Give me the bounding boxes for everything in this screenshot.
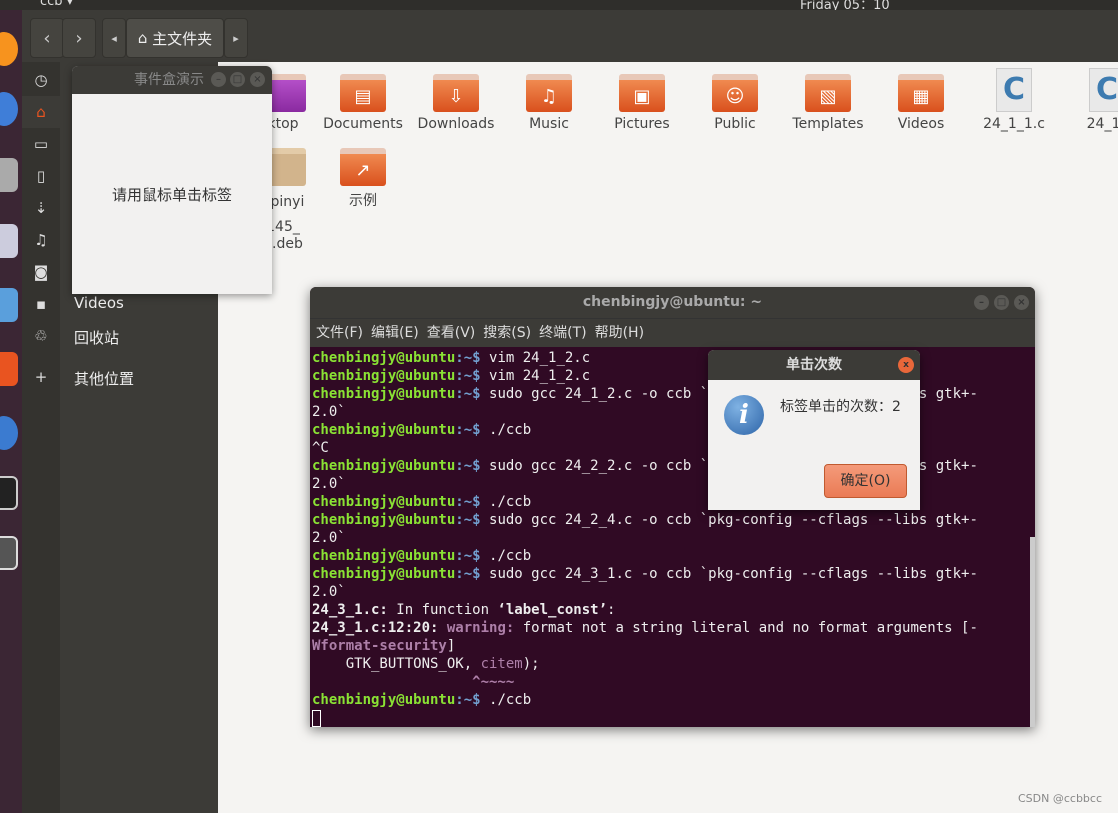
sidebar-item-trash[interactable]: 回收站 [74, 327, 119, 348]
app-menu[interactable]: ccb ▾ [40, 0, 73, 9]
forward-button[interactable]: › [62, 18, 96, 58]
nautilus-header: ‹ › ◂ ⌂ 主文件夹 ▸ [22, 10, 1118, 62]
terminal-line: chenbingjy@ubuntu:~$ vim 24_1_2.c [312, 368, 591, 384]
writer-icon[interactable] [0, 288, 18, 322]
menu-edit[interactable]: 编辑(E) [371, 325, 419, 341]
maximize-icon[interactable]: □ [230, 72, 245, 87]
path-label: 主文件夹 [152, 29, 213, 48]
download-icon[interactable]: ⇣ [22, 192, 60, 224]
file-public[interactable]: ☺ Public [690, 74, 780, 132]
terminal-titlebar[interactable]: chenbingjy@ubuntu: ~ – □ × [310, 287, 1035, 318]
file-downloads[interactable]: ⇩ Downloads [411, 74, 501, 132]
file-documents[interactable]: ▤ Documents [318, 74, 408, 132]
minimize-icon[interactable]: – [211, 72, 226, 87]
plus-icon[interactable]: + [22, 361, 60, 393]
clock[interactable]: Friday 05：10 [800, 0, 890, 10]
dialog-title: 单击次数 [786, 357, 842, 373]
menu-terminal[interactable]: 终端(T) [539, 325, 586, 341]
terminal-window: chenbingjy@ubuntu: ~ – □ × 文件(F) 编辑(E) 查看(… [310, 287, 1035, 727]
window-title: 事件盒演示 [134, 72, 204, 88]
terminal-line: GTK_BUTTONS_OK, citem); [312, 656, 540, 672]
app-window-icon[interactable] [0, 536, 18, 570]
trash-icon[interactable]: ♲ [22, 320, 60, 352]
menu-search[interactable]: 搜索(S) [483, 325, 531, 341]
terminal-line: chenbingjy@ubuntu:~$ vim 24_1_2.c [312, 350, 591, 366]
back-button[interactable]: ‹ [30, 18, 64, 58]
sidebar-icons: ◷ ⌂ ▭ ▯ ⇣ ♫ ◙ ▪ ♲ + [22, 62, 60, 813]
file-24_1_1c[interactable]: C 24_1_1.c [969, 68, 1059, 132]
watermark: CSDN @ccbbcc [1017, 792, 1102, 805]
file-pictures[interactable]: ▣ Pictures [597, 74, 687, 132]
path-left-button[interactable]: ◂ [102, 18, 126, 58]
sidebar-item-videos[interactable]: Videos [74, 294, 124, 312]
click-count-dialog: 单击次数 x i 标签单击的次数：2 确定(O) [708, 350, 920, 510]
terminal-line: 2.0` [312, 404, 346, 420]
dialog-message: 标签单击的次数：2 [780, 399, 901, 415]
terminal-line: chenbingjy@ubuntu:~$ ./ccb [312, 422, 532, 438]
file-videos[interactable]: ▦ Videos [876, 74, 966, 132]
terminal-menubar: 文件(F) 编辑(E) 查看(V) 搜索(S) 终端(T) 帮助(H) [310, 318, 1035, 347]
terminal-output[interactable]: chenbingjy@ubuntu:~$ vim 24_1_2.cchenbin… [310, 347, 1035, 727]
terminal-line: chenbingjy@ubuntu:~$ sudo gcc 24_2_2.c -… [312, 458, 978, 474]
music-icon[interactable]: ♫ [22, 224, 60, 256]
terminal-line: 2.0` [312, 476, 346, 492]
path-right-button[interactable]: ▸ [224, 18, 248, 58]
menu-file[interactable]: 文件(F) [316, 325, 363, 341]
files-icon[interactable] [0, 158, 18, 192]
terminal-line: ^C [312, 440, 329, 456]
terminal-line: chenbingjy@ubuntu:~$ sudo gcc 24_1_2.c -… [312, 386, 978, 402]
terminal-line: ^~~~~ [312, 674, 515, 690]
sidebar-item-other-locations[interactable]: 其他位置 [74, 368, 134, 389]
help-icon[interactable] [0, 416, 18, 450]
scrollbar[interactable] [1030, 537, 1035, 727]
menu-view[interactable]: 查看(V) [427, 325, 476, 341]
video-icon[interactable]: ▪ [22, 288, 60, 320]
rhythmbox-icon[interactable] [0, 224, 18, 258]
top-bar: ccb ▾ Friday 05：10 [0, 0, 1118, 10]
terminal-line: chenbingjy@ubuntu:~$ ./ccb [312, 548, 532, 564]
file-music[interactable]: ♫ Music [504, 74, 594, 132]
menu-help[interactable]: 帮助(H) [595, 325, 644, 341]
terminal-line: chenbingjy@ubuntu:~$ sudo gcc 24_3_1.c -… [312, 566, 978, 582]
folder-icon[interactable]: ▭ [22, 128, 60, 160]
minimize-icon[interactable]: – [974, 295, 989, 310]
thunderbird-icon[interactable] [0, 92, 18, 126]
file-examples[interactable]: ↗ 示例 [318, 148, 408, 210]
click-label[interactable]: 请用鼠标单击标签 [72, 184, 272, 205]
terminal-line: 2.0` [312, 530, 346, 546]
home-icon: ⌂ [137, 29, 153, 47]
dock [0, 10, 22, 813]
home-icon[interactable]: ⌂ [22, 96, 60, 128]
dialog-titlebar[interactable]: 单击次数 x [708, 350, 920, 380]
terminal-line: Wformat-security] [312, 638, 456, 654]
terminal-line: 24_3_1.c:12:20: warning: format not a st… [312, 620, 978, 636]
terminal-line: chenbingjy@ubuntu:~$ sudo gcc 24_2_4.c -… [312, 512, 978, 528]
path-home-button[interactable]: ⌂ 主文件夹 [126, 18, 224, 58]
event-box-window: 事件盒演示 – □ × 请用鼠标单击标签 [72, 66, 272, 294]
firefox-icon[interactable] [0, 32, 18, 66]
event-window-titlebar[interactable]: 事件盒演示 – □ × [72, 66, 272, 94]
close-icon[interactable]: × [1014, 295, 1029, 310]
close-icon[interactable]: × [250, 72, 265, 87]
maximize-icon[interactable]: □ [994, 295, 1009, 310]
software-icon[interactable] [0, 352, 18, 386]
file-templates[interactable]: ▧ Templates [783, 74, 873, 132]
window-title: chenbingjy@ubuntu: ~ [582, 294, 763, 310]
info-icon: i [724, 395, 764, 435]
terminal-line: chenbingjy@ubuntu:~$ ./ccb [312, 692, 532, 708]
terminal-line: 2.0` [312, 584, 346, 600]
cursor [312, 709, 321, 727]
ok-button[interactable]: 确定(O) [824, 464, 907, 498]
document-icon[interactable]: ▯ [22, 160, 60, 192]
terminal-icon[interactable] [0, 476, 18, 510]
recent-icon[interactable]: ◷ [22, 64, 60, 96]
terminal-line: 24_3_1.c: In function ‘label_const’: [312, 602, 616, 618]
file-24_1_2c[interactable]: C24_1_ [1062, 68, 1118, 132]
camera-icon[interactable]: ◙ [22, 256, 60, 288]
terminal-line: chenbingjy@ubuntu:~$ ./ccb [312, 494, 532, 510]
close-icon[interactable]: x [898, 357, 914, 373]
